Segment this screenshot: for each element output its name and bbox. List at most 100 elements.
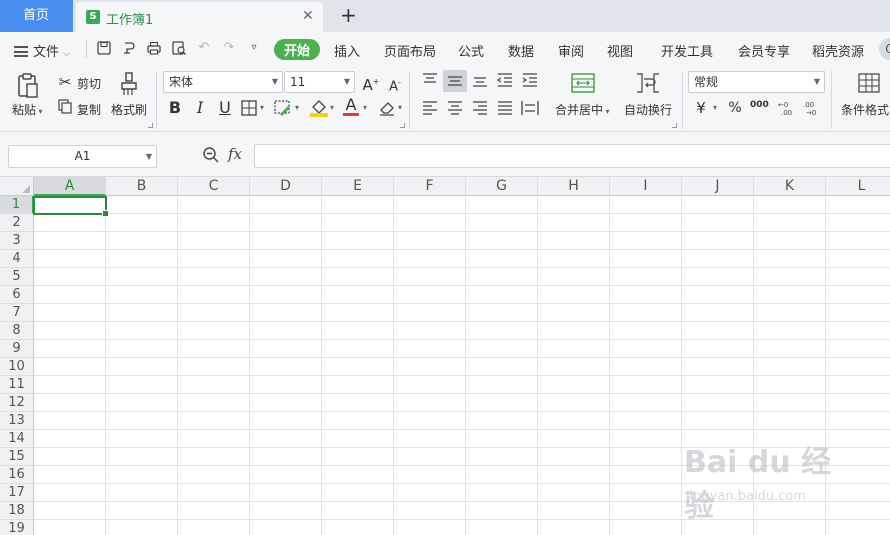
chevron-down-icon[interactable]: ▾: [363, 103, 367, 112]
font-color-icon[interactable]: A: [343, 97, 359, 116]
font-size-select[interactable]: 11 ▼: [284, 71, 355, 93]
align-left-icon[interactable]: [421, 100, 439, 116]
clear-icon[interactable]: [378, 100, 396, 116]
column-header-f[interactable]: F: [394, 177, 466, 196]
chevron-down-icon[interactable]: ▾: [330, 103, 334, 112]
cell-style-icon[interactable]: [274, 100, 292, 116]
tab-5[interactable]: 审阅: [558, 41, 584, 60]
column-header-k[interactable]: K: [754, 177, 826, 196]
cut-button[interactable]: 剪切: [77, 75, 101, 92]
redo-icon[interactable]: ↷: [221, 40, 237, 56]
save-icon[interactable]: [96, 40, 112, 56]
merge-center-button[interactable]: 合并居中 ▾: [555, 101, 610, 118]
decrease-decimal-icon[interactable]: .00→0: [801, 99, 821, 117]
column-header-a[interactable]: A: [34, 177, 106, 196]
column-header-j[interactable]: J: [682, 177, 754, 196]
row-header-3[interactable]: 3: [0, 232, 34, 250]
select-all-button[interactable]: [0, 177, 34, 196]
row-header-5[interactable]: 5: [0, 268, 34, 286]
alignment-dialog-launcher[interactable]: [672, 123, 677, 128]
row-header-8[interactable]: 8: [0, 322, 34, 340]
column-header-i[interactable]: I: [610, 177, 682, 196]
chevron-down-icon[interactable]: ▾: [398, 103, 402, 112]
tab-3[interactable]: 公式: [458, 41, 484, 60]
workbook-tab[interactable]: S 工作簿1 ✕: [76, 2, 323, 32]
decrease-font-size-icon[interactable]: A-: [386, 74, 404, 96]
export-icon[interactable]: [121, 40, 137, 56]
italic-icon[interactable]: I: [192, 99, 208, 117]
row-header-16[interactable]: 16: [0, 466, 34, 484]
row-header-4[interactable]: 4: [0, 250, 34, 268]
customize-toolbar-icon[interactable]: ▿: [246, 40, 262, 56]
row-header-18[interactable]: 18: [0, 502, 34, 520]
row-header-6[interactable]: 6: [0, 286, 34, 304]
align-bottom-icon[interactable]: [471, 72, 489, 88]
row-header-9[interactable]: 9: [0, 340, 34, 358]
tab-9[interactable]: 稻壳资源: [812, 41, 864, 60]
justify-icon[interactable]: [496, 100, 514, 116]
borders-icon[interactable]: [241, 100, 258, 116]
file-menu[interactable]: 文件 ⌵: [14, 41, 70, 60]
row-header-12[interactable]: 12: [0, 394, 34, 412]
increase-font-size-icon[interactable]: A+: [362, 73, 380, 94]
paste-button[interactable]: 粘贴 ▾: [12, 101, 43, 118]
column-header-e[interactable]: E: [322, 177, 394, 196]
wrap-text-button[interactable]: 自动换行: [624, 101, 672, 118]
thousands-separator-icon[interactable]: 000: [750, 99, 769, 111]
column-header-c[interactable]: C: [178, 177, 250, 196]
fill-color-icon[interactable]: [309, 98, 329, 117]
print-preview-icon[interactable]: [171, 40, 187, 56]
new-tab-icon[interactable]: +: [340, 3, 357, 27]
row-header-1[interactable]: 1: [0, 196, 34, 214]
row-header-15[interactable]: 15: [0, 448, 34, 466]
font-name-select[interactable]: 宋体 ▼: [163, 71, 283, 93]
row-header-7[interactable]: 7: [0, 304, 34, 322]
percent-icon[interactable]: %: [727, 99, 743, 117]
chevron-down-icon[interactable]: ▾: [713, 103, 717, 112]
home-tab[interactable]: 首页: [0, 0, 73, 32]
bold-icon[interactable]: B: [167, 99, 183, 117]
name-box[interactable]: A1 ▼: [8, 145, 157, 168]
tab-2[interactable]: 页面布局: [384, 41, 436, 60]
conditional-formatting-button[interactable]: 条件格式: [841, 101, 889, 118]
active-cell[interactable]: [33, 196, 109, 217]
align-middle-icon[interactable]: [443, 70, 467, 92]
column-header-h[interactable]: H: [538, 177, 610, 196]
align-right-icon[interactable]: [471, 100, 489, 116]
clipboard-dialog-launcher[interactable]: [148, 123, 153, 128]
row-header-17[interactable]: 17: [0, 484, 34, 502]
tab-6[interactable]: 视图: [607, 41, 633, 60]
underline-icon[interactable]: U: [217, 99, 233, 117]
align-center-icon[interactable]: [446, 100, 464, 116]
tab-7[interactable]: 开发工具: [661, 41, 713, 60]
tab-8[interactable]: 会员专享: [738, 41, 790, 60]
decrease-indent-icon[interactable]: [496, 72, 514, 88]
number-format-select[interactable]: 常规 ▼: [688, 71, 825, 93]
row-header-11[interactable]: 11: [0, 376, 34, 394]
increase-indent-icon[interactable]: [521, 72, 539, 88]
row-header-13[interactable]: 13: [0, 412, 34, 430]
column-header-g[interactable]: G: [466, 177, 538, 196]
zoom-icon[interactable]: [202, 146, 220, 164]
insert-function-icon[interactable]: fx: [228, 145, 242, 163]
distributed-align-icon[interactable]: [521, 100, 539, 116]
column-header-b[interactable]: B: [106, 177, 178, 196]
close-tab-icon[interactable]: ✕: [302, 8, 314, 24]
row-header-10[interactable]: 10: [0, 358, 34, 376]
worksheet-grid[interactable]: ABCDEFGHIJKL 1 2 3 4 5 6 7 8 9 10 11 12 13 14 15 16 17 18…: [0, 177, 890, 535]
chevron-down-icon[interactable]: ▾: [260, 103, 264, 112]
print-icon[interactable]: [146, 40, 162, 56]
copy-button[interactable]: 复制: [77, 101, 101, 118]
undo-icon[interactable]: ↶: [196, 40, 212, 56]
tab-4[interactable]: 数据: [508, 41, 534, 60]
formula-input[interactable]: [254, 144, 890, 168]
row-header-2[interactable]: 2: [0, 214, 34, 232]
chevron-down-icon[interactable]: ▾: [295, 103, 299, 112]
paste-icon[interactable]: [16, 72, 40, 100]
font-dialog-launcher[interactable]: [400, 123, 405, 128]
tab-1[interactable]: 插入: [334, 41, 360, 60]
currency-icon[interactable]: ¥: [693, 99, 709, 117]
increase-decimal-icon[interactable]: ←0.00: [776, 99, 796, 117]
row-header-14[interactable]: 14: [0, 430, 34, 448]
align-top-icon[interactable]: [421, 72, 439, 88]
